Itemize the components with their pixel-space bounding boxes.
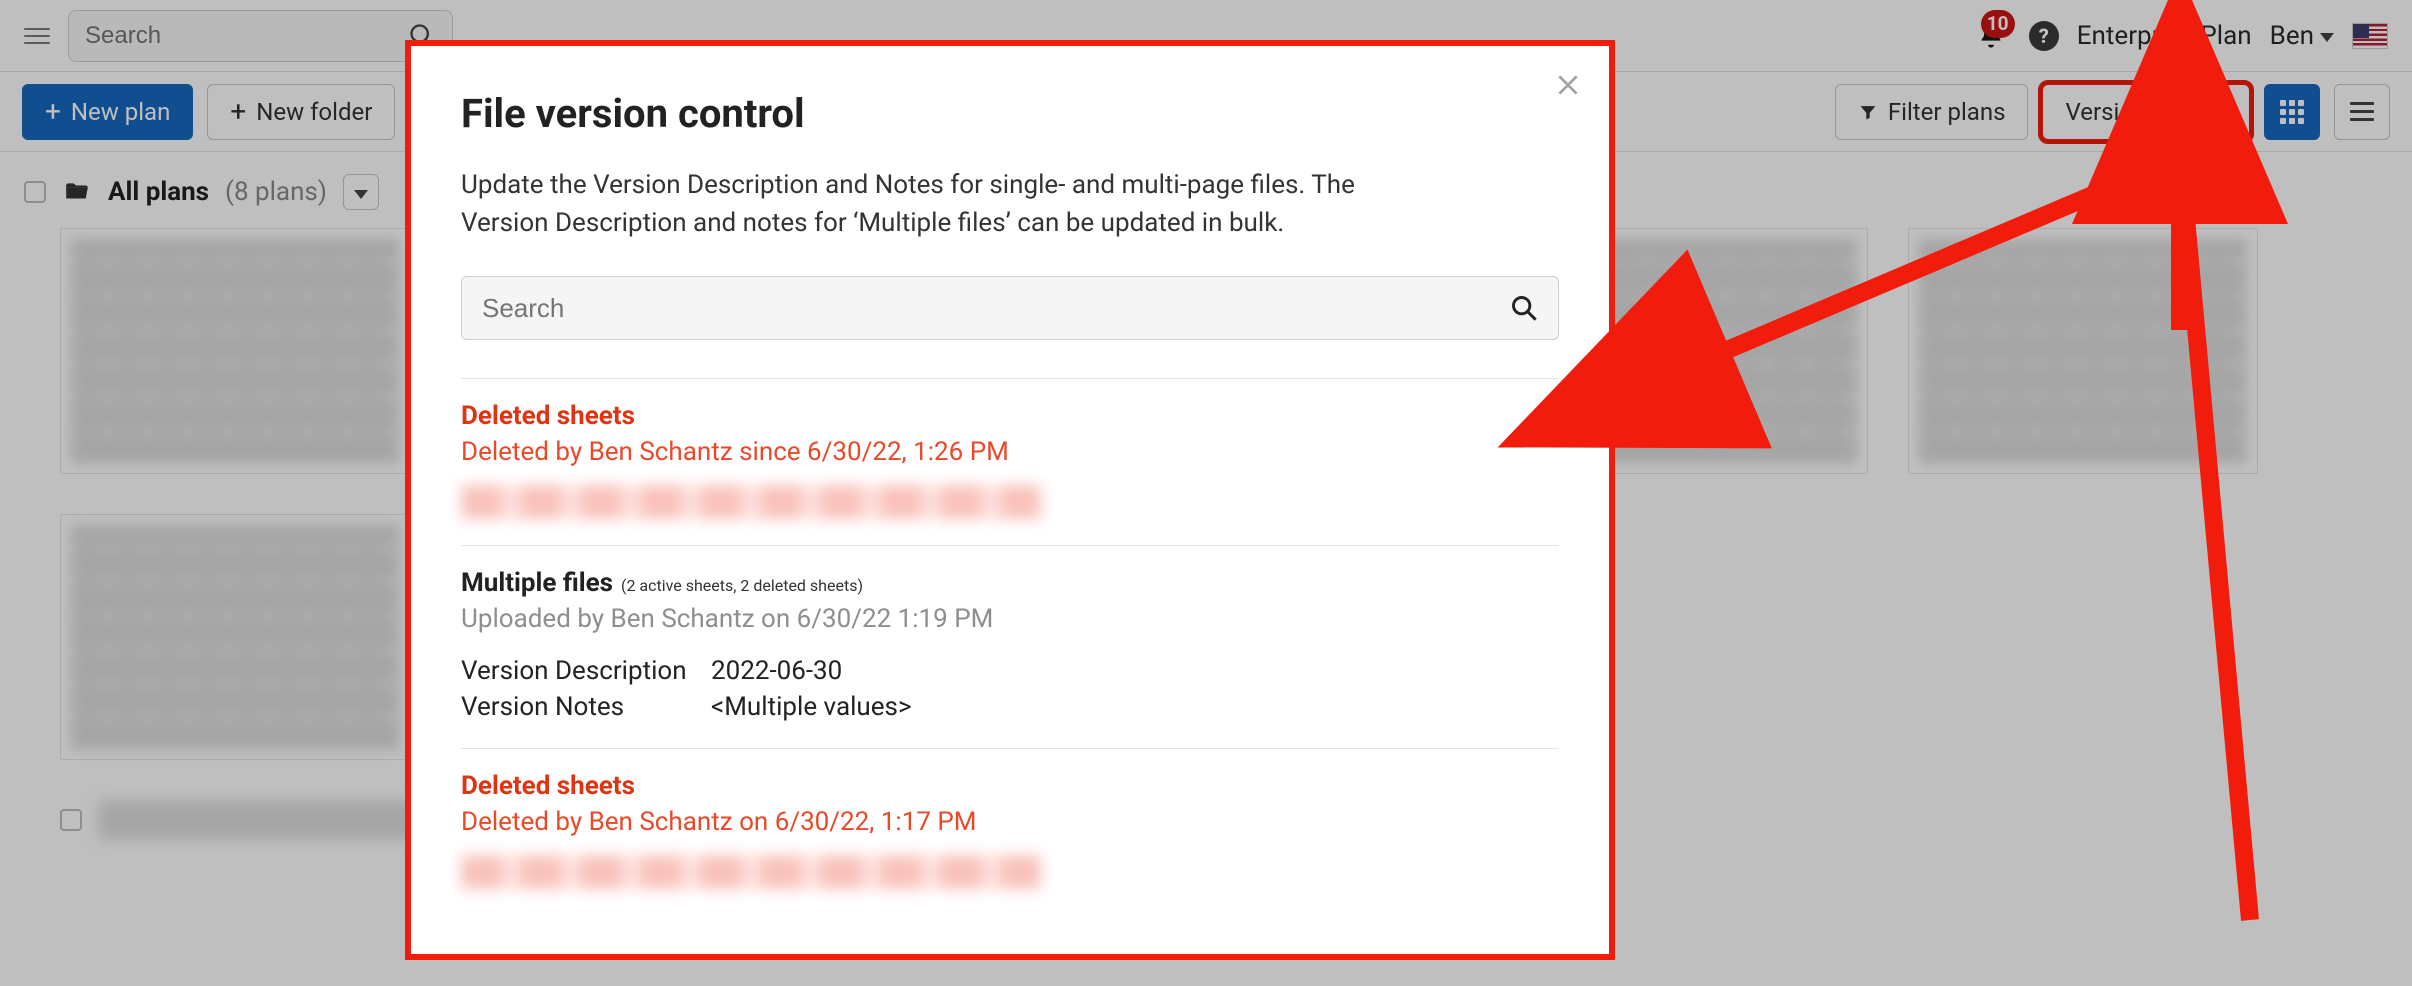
version-notes-value: <Multiple values> xyxy=(711,692,1559,722)
modal-search[interactable] xyxy=(461,276,1559,340)
modal-description: Update the Version Description and Notes… xyxy=(461,167,1441,242)
section-subtitle: Uploaded by Ben Schantz on 6/30/22 1:19 … xyxy=(461,604,1559,634)
version-desc-value: 2022-06-30 xyxy=(711,656,1559,686)
redacted-filename xyxy=(461,855,1041,889)
version-control-modal: File version control Update the Version … xyxy=(405,40,1615,960)
search-icon xyxy=(1510,294,1538,322)
section-subtitle: Deleted by Ben Schantz on 6/30/22, 1:17 … xyxy=(461,807,1559,837)
version-section-deleted[interactable]: Deleted sheets Deleted by Ben Schantz si… xyxy=(461,379,1559,545)
section-title: Deleted sheets xyxy=(461,401,1559,431)
redacted-filename xyxy=(461,485,1041,519)
modal-search-input[interactable] xyxy=(482,293,1510,324)
section-title: Multiple files xyxy=(461,568,613,598)
close-icon xyxy=(1555,72,1581,98)
close-button[interactable] xyxy=(1555,68,1581,106)
section-title: Deleted sheets xyxy=(461,771,1559,801)
version-section-deleted[interactable]: Deleted sheets Deleted by Ben Schantz on… xyxy=(461,749,1559,915)
version-desc-label: Version Description xyxy=(461,656,711,686)
modal-title: File version control xyxy=(461,90,1559,137)
version-notes-label: Version Notes xyxy=(461,692,711,722)
version-metadata: Version Description 2022-06-30 Version N… xyxy=(461,656,1559,722)
section-subtitle: Deleted by Ben Schantz since 6/30/22, 1:… xyxy=(461,437,1559,467)
section-counts: (2 active sheets, 2 deleted sheets) xyxy=(621,576,863,595)
version-section-file[interactable]: Multiple files (2 active sheets, 2 delet… xyxy=(461,546,1559,748)
